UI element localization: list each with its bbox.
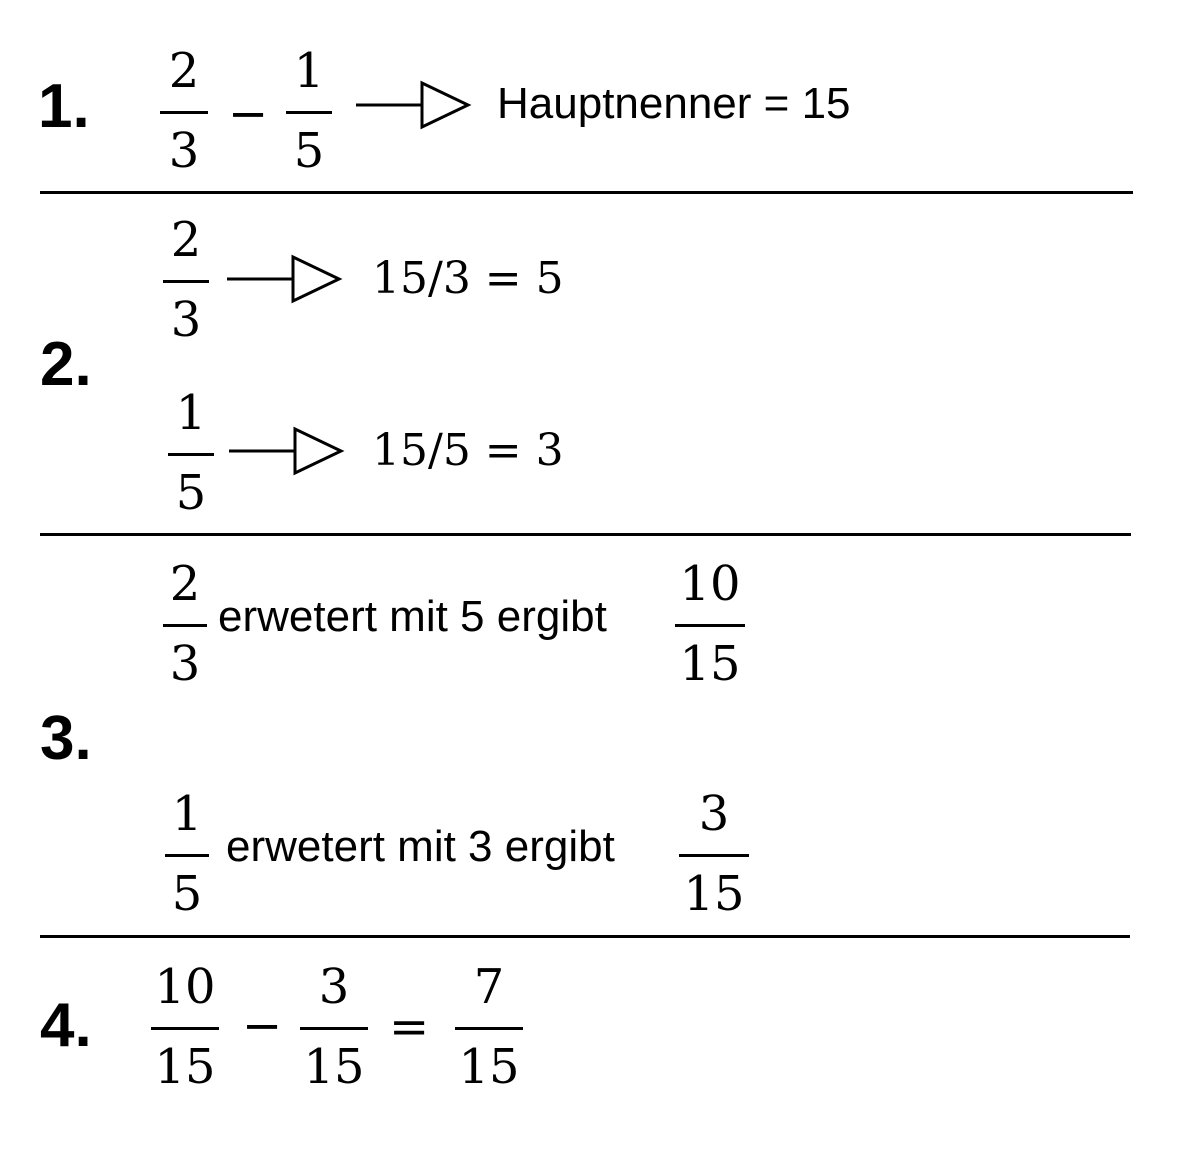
denominator: 15	[303, 1039, 365, 1095]
fraction-bar	[163, 280, 209, 283]
equals-operator: =	[389, 999, 430, 1055]
fraction: 3 15	[300, 963, 368, 1093]
fraction-bar	[286, 111, 332, 114]
divider	[40, 935, 1130, 938]
arrow-icon	[229, 426, 345, 476]
divider	[40, 533, 1131, 536]
fraction: 2 3	[163, 216, 209, 346]
step-number: 1.	[38, 72, 90, 141]
denominator: 5	[293, 123, 325, 179]
fraction: 2 3	[163, 560, 207, 690]
fraction-bar	[455, 1027, 523, 1030]
fraction-bar	[168, 453, 214, 456]
step-number: 2.	[40, 330, 92, 399]
arrow-icon	[356, 80, 472, 130]
fraction: 2 3	[160, 47, 208, 177]
arrow-icon	[227, 254, 343, 304]
numerator: 3	[318, 959, 350, 1015]
minus-operator: −	[242, 998, 283, 1054]
denominator: 3	[170, 292, 202, 348]
numerator: 10	[679, 556, 741, 612]
fraction-bar	[160, 111, 208, 114]
main-denominator-note: Hauptnenner = 15	[497, 79, 851, 128]
denominator: 3	[169, 636, 201, 692]
denominator: 5	[175, 465, 207, 521]
fraction: 3 15	[679, 790, 749, 920]
numerator: 7	[473, 959, 505, 1015]
numerator: 1	[293, 43, 325, 99]
fraction-bar	[679, 854, 749, 857]
numerator: 3	[698, 786, 730, 842]
denominator: 15	[679, 636, 741, 692]
step-number: 4.	[40, 991, 92, 1060]
denominator: 15	[458, 1039, 520, 1095]
numerator: 1	[175, 385, 207, 441]
fraction-bar	[163, 624, 207, 627]
fraction: 1 5	[168, 389, 214, 519]
numerator: 2	[169, 556, 201, 612]
numerator: 2	[168, 43, 200, 99]
numerator: 10	[154, 959, 216, 1015]
denominator: 15	[154, 1039, 216, 1095]
fraction: 1 5	[165, 790, 209, 920]
numerator: 1	[171, 786, 203, 842]
divider	[40, 191, 1133, 194]
denominator: 3	[168, 123, 200, 179]
expansion-text: erwetert mit 5 ergibt	[218, 592, 607, 641]
fraction-bar	[151, 1027, 219, 1030]
fraction-bar	[675, 624, 745, 627]
denominator: 5	[171, 866, 203, 922]
fraction: 10 15	[151, 963, 219, 1093]
denominator: 15	[683, 866, 745, 922]
fraction: 10 15	[675, 560, 745, 690]
fraction: 7 15	[455, 963, 523, 1093]
expansion-text: erwetert mit 3 ergibt	[226, 822, 615, 871]
fraction-bar	[165, 854, 209, 857]
numerator: 2	[170, 212, 202, 268]
fraction: 1 5	[286, 47, 332, 177]
quotient-result: 15/5 = 3	[372, 425, 564, 476]
fraction-bar	[300, 1027, 368, 1030]
step-number: 3.	[40, 704, 92, 773]
quotient-result: 15/3 = 5	[372, 253, 564, 304]
minus-operator: −	[228, 86, 269, 142]
